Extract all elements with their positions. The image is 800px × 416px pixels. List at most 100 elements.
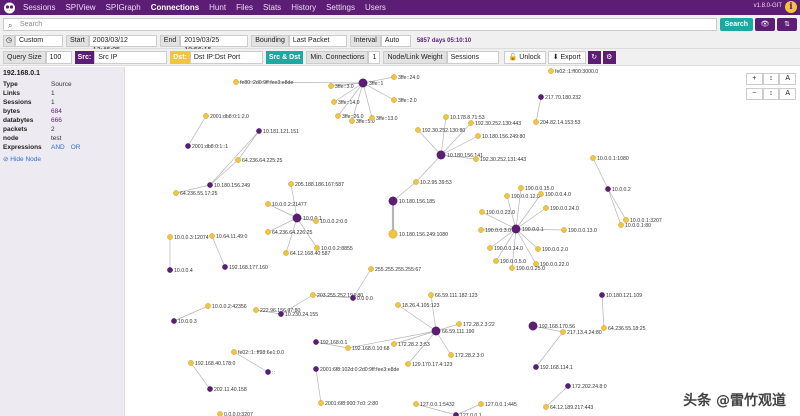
font-decrease-button[interactable]: A [779,88,797,100]
graph-node[interactable] [292,213,302,223]
graph-node[interactable] [171,318,177,324]
graph-node[interactable] [599,292,605,298]
bounding-select[interactable]: Last Packet [288,34,347,47]
nav-spiview[interactable]: SPIView [60,3,100,12]
zoom-in-button[interactable]: + [746,73,763,85]
graph-node[interactable] [475,133,481,139]
graph-link[interactable] [209,159,239,186]
info-icon[interactable]: i [785,1,797,13]
graph-node[interactable] [265,229,271,235]
search-button[interactable]: Search [719,17,753,31]
graph-canvas[interactable]: fe80::2d0:9ff:fee3:e8de 3ffe::13ffe::3.03… [126,67,800,416]
graph-link[interactable] [592,157,609,190]
sort-icon[interactable]: ⇅ [777,17,797,31]
graph-node[interactable] [350,295,356,301]
nav-stats[interactable]: Stats [258,3,286,12]
graph-node[interactable] [538,94,544,100]
graph-node[interactable] [313,218,319,224]
graph-node[interactable] [428,292,434,298]
graph-node[interactable] [478,227,484,233]
graph-node[interactable] [328,83,334,89]
and-link[interactable]: AND [51,143,65,152]
graph-node[interactable] [358,78,368,88]
graph-node[interactable] [395,302,401,308]
graph-node[interactable] [203,113,209,119]
eye-icon[interactable]: 👁 [755,17,775,31]
graph-node[interactable] [561,227,567,233]
graph-node[interactable] [335,113,341,119]
src-field-input[interactable]: Src IP [94,50,168,64]
graph-node[interactable] [533,364,539,370]
graph-node[interactable] [167,234,173,240]
end-time-input[interactable]: 2019/03/25 18:56:15 [180,34,249,54]
graph-node[interactable] [331,99,337,105]
graph-node[interactable] [543,205,549,211]
graph-node[interactable] [265,201,271,207]
search-input[interactable]: ⌕ Search [3,17,717,31]
min-connections-select[interactable]: 1 [368,50,381,64]
graph-node[interactable] [456,321,462,327]
graph-node[interactable] [560,329,566,335]
graph-node[interactable] [209,233,215,239]
graph-node[interactable] [413,179,419,185]
graph-node[interactable] [278,311,284,317]
graph-node[interactable] [605,186,611,192]
graph-node[interactable] [431,326,441,336]
graph-node[interactable] [405,361,411,367]
nav-settings[interactable]: Settings [321,3,360,12]
graph-link[interactable] [535,331,564,368]
graph-node[interactable] [207,182,213,188]
graph-node[interactable] [548,68,554,74]
graph-node[interactable] [543,404,549,410]
interval-select[interactable]: Auto [380,34,411,47]
graph-link[interactable] [237,130,260,161]
graph-link[interactable] [545,385,569,408]
graph-link[interactable] [211,235,226,268]
graph-node[interactable] [415,127,421,133]
dst-field-input[interactable]: Dst IP:Dst Port [189,50,263,64]
graph-node[interactable] [487,245,493,251]
graph-node[interactable] [504,193,510,199]
settings-icon[interactable]: ⚙ [602,50,616,64]
graph-node[interactable] [313,366,319,372]
graph-node[interactable] [479,209,485,215]
graph-node[interactable] [509,265,515,271]
graph-node[interactable] [391,74,397,80]
graph-node[interactable] [528,321,538,331]
connections-graph[interactable]: fe80::2d0:9ff:fee3:e8de 3ffe::1 3ffe::3.0 3… [126,67,800,416]
graph-node[interactable] [473,156,479,162]
graph-node[interactable] [217,411,223,416]
graph-node[interactable] [233,79,239,85]
or-link[interactable]: OR [71,143,81,152]
graph-node[interactable] [185,143,191,149]
nav-users[interactable]: Users [360,3,391,12]
graph-node[interactable] [535,246,541,252]
src-dst-button[interactable]: Src & Dst [265,50,304,64]
node-distance-increase-button[interactable]: ↕ [762,73,780,85]
time-range-select[interactable]: Custom [15,34,63,47]
graph-node[interactable] [468,120,474,126]
graph-link[interactable] [440,116,447,156]
graph-node[interactable] [623,217,629,223]
nav-connections[interactable]: Connections [146,3,204,12]
graph-node[interactable] [448,352,454,358]
detail-value[interactable]: 684 [51,107,62,116]
graph-node[interactable] [601,325,607,331]
graph-node[interactable] [453,412,459,416]
detail-value[interactable]: 666 [51,116,62,125]
unlock-button[interactable]: 🔓 Unlock [503,50,546,64]
graph-node[interactable] [590,155,596,161]
graph-node[interactable] [231,349,237,355]
graph-link[interactable] [607,188,622,226]
nav-history[interactable]: History [286,3,321,12]
nav-files[interactable]: Files [231,3,258,12]
graph-node[interactable] [368,266,374,272]
graph-node[interactable] [288,181,294,187]
graph-node[interactable] [478,401,484,407]
graph-node[interactable] [318,400,324,406]
weight-select[interactable]: Sessions [446,50,499,64]
graph-node[interactable] [256,128,262,134]
graph-node[interactable] [265,369,271,375]
nav-spigraph[interactable]: SPIGraph [101,3,146,12]
refresh-icon[interactable]: ↻ [587,50,601,64]
